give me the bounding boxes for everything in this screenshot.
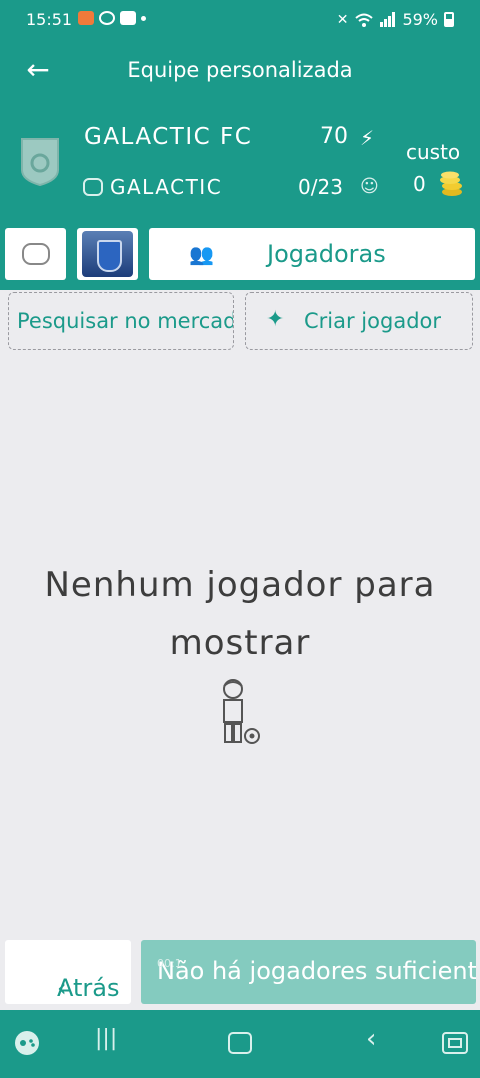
crest-image [82,231,133,277]
back-button-label: Atrás [57,974,120,1002]
home-icon[interactable] [228,1032,252,1054]
players-tab-label: Jogadoras [267,240,386,268]
search-market-label: Pesquisar no mercado [17,309,234,333]
crest-tile[interactable] [77,228,138,280]
players-tab-button[interactable]: 👥 Jogadoras [149,228,475,280]
battery-icon [444,12,454,27]
create-player-button[interactable]: ✦ Criar jogador [245,292,473,350]
player-count: 0/23 [298,175,343,199]
recording-timer: 00:1 [157,957,182,970]
next-button-disabled[interactable]: Não há jogadores suficientes 00:1 [141,940,476,1004]
signal-icon [380,12,396,27]
search-market-button[interactable]: Pesquisar no mercado [8,292,234,350]
coins-icon [440,171,462,196]
stadium-tile[interactable] [5,228,66,280]
magic-wand-icon: ✦ [266,307,285,332]
empty-state-line-2: mostrar [169,623,311,663]
system-icons: ✕ 59% [337,10,454,29]
mute-icon: ✕ [336,11,349,28]
stadium-icon [22,243,50,265]
game-launcher-icon[interactable] [12,1028,42,1058]
status-time: 15:51 [26,10,73,29]
team-badge-icon[interactable] [18,136,62,186]
team-name: GALACTIC FC [84,124,253,150]
page-title: Equipe personalizada [127,58,353,82]
back-button[interactable]: ‹ Atrás [5,940,131,1004]
play-store-icon [120,11,136,25]
players-group-icon: ☺ [360,176,379,197]
players-icon: 👥 [189,242,214,266]
battery-percent: 59% [402,10,438,29]
stadium-icon [83,178,103,196]
cost-value: 0 [413,172,426,196]
league-name: GALACTIC [110,175,223,199]
notification-icons [78,11,146,25]
system-nav-bar: ||| ‹ [0,1010,480,1078]
bolt-icon: ⚡ [360,126,375,150]
create-player-label: Criar jogador [304,309,442,333]
nav-back-icon[interactable]: ‹ [366,1024,390,1054]
team-tiles-row: 👥 Jogadoras [0,228,480,280]
dot-icon [141,15,146,21]
recents-icon[interactable]: ||| [95,1026,119,1056]
app-bar: ← Equipe personalizada [0,40,480,100]
wifi-icon [355,13,374,27]
empty-state-message: Nenhum jogador para mostrar [20,556,460,672]
player-with-ball-icon [223,679,260,744]
status-bar: 15:51 ✕ 59% [0,0,480,38]
bottom-action-bar: ‹ Atrás Não há jogadores suficientes 00:… [0,940,480,1004]
team-rating: 70 [320,124,348,149]
screenshot-icon[interactable] [440,1028,470,1058]
empty-state-line-1: Nenhum jogador para [44,565,436,605]
cost-label: custo [406,140,461,164]
actions-row: Pesquisar no mercado ✦ Criar jogador [0,290,480,352]
ball-icon [99,11,115,25]
video-icon [78,11,94,25]
